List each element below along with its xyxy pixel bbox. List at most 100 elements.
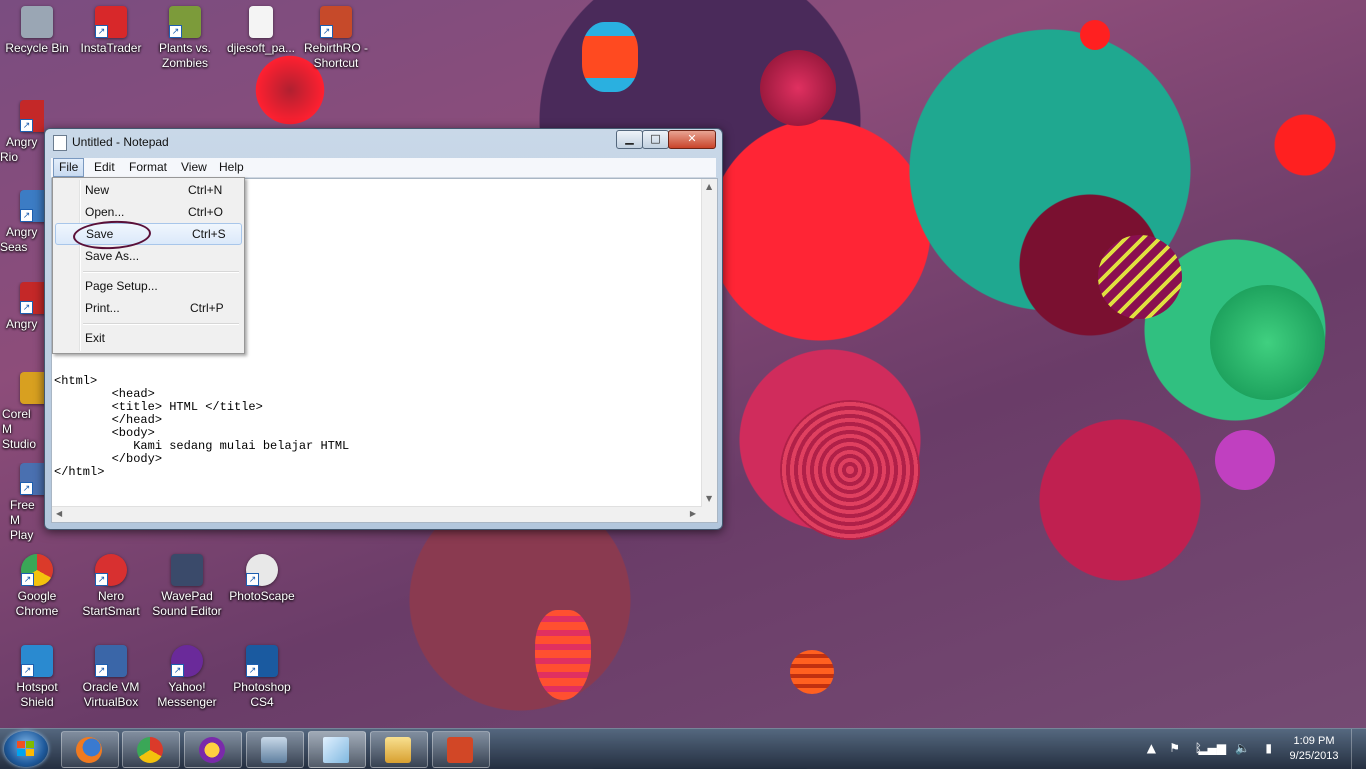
menu-separator [83,271,239,273]
angry-birds-seasons-icon: ↗ [20,190,44,222]
desktop-icon-djiesoft[interactable]: djiesoft_pa... [224,6,298,56]
angry-birds-rio-icon: ↗ [20,100,44,132]
notepad-icon[interactable] [53,135,67,151]
scroll-down-icon[interactable]: ▼ [706,494,712,503]
clock[interactable]: 1:09 PM 9/25/2013 [1284,734,1344,764]
yahoo-messenger-icon [199,737,225,763]
show-desktop-button[interactable] [1351,729,1366,769]
desktop-icon-photoshop[interactable]: ↗ Photoshop CS4 [225,645,299,710]
desktop-icon-plants-vs-zombies[interactable]: ↗ Plants vs. Zombies [148,6,222,71]
wallpaper-decoration [1098,235,1182,319]
menu-edit[interactable]: Edit [89,160,120,174]
instatrader-icon: ↗ [95,6,127,38]
desktop-icon-label: Recycle Bin [5,41,69,55]
menu-item-page-setup[interactable]: Page Setup... [55,276,240,296]
show-hidden-icons-icon[interactable]: ▲ [1147,741,1156,755]
desktop-icon-label: Hotspot Shield [16,680,58,709]
desktop-icon-recycle-bin[interactable]: Recycle Bin [0,6,74,56]
menu-item-print[interactable]: Print... Ctrl+P [55,298,240,318]
power-icon[interactable]: ▮ [1265,741,1272,755]
plants-vs-zombies-icon: ↗ [169,6,201,38]
desktop-icon-google-chrome[interactable]: ↗ Google Chrome [0,554,74,619]
desktop-icon-photoscape[interactable]: ↗ PhotoScape [225,554,299,604]
scroll-right-icon[interactable]: ▶ [690,509,696,518]
desktop-icon-nero[interactable]: ↗ Nero StartSmart [74,554,148,619]
menu-item-label: Open... [85,205,125,219]
start-button[interactable] [4,731,48,767]
desktop-icon-label: Corel M Studio [2,407,37,451]
desktop-icon-angry-rio[interactable]: ↗ Angry Rio [0,100,44,165]
volume-icon[interactable]: 🔈 [1235,741,1250,755]
desktop-icon-label: Free M Play [10,498,35,542]
desktop-icon-instatrader[interactable]: ↗ InstaTrader [74,6,148,56]
menu-item-label: New [85,183,110,197]
menu-help[interactable]: Help [214,160,249,174]
taskbar-chrome[interactable] [122,731,180,768]
minimize-button[interactable]: ▁ [616,130,643,149]
document-text[interactable]: <html> <head> <title> HTML </title> </he… [54,375,349,479]
network-icon[interactable]: ▂▄▆ [1198,741,1226,755]
wallpaper-decoration [1215,430,1275,490]
scroll-left-icon[interactable]: ◀ [56,509,62,518]
recycle-bin-icon [21,6,53,38]
desktop-icon-angry-seasons[interactable]: ↗ Angry Seas [0,190,44,255]
desktop-icon-hotspot-shield[interactable]: ↗ Hotspot Shield [0,645,74,710]
menu-item-open[interactable]: Open... Ctrl+O [55,202,240,222]
menu-file[interactable]: File [53,158,85,177]
explorer-icon [385,737,411,763]
menu-item-label: Exit [85,331,106,345]
size-grip[interactable] [702,507,717,522]
close-button[interactable]: ✕ [668,130,716,149]
menu-item-exit[interactable]: Exit [55,328,240,348]
taskbar-remote-desktop[interactable] [246,731,304,768]
desktop-icon-label: Yahoo! Messenger [157,680,217,709]
taskbar-yahoo-messenger[interactable] [184,731,242,768]
wavepad-icon [171,554,203,586]
menu-item-shortcut: Ctrl+O [188,205,224,219]
windows-logo-icon [17,741,35,757]
desktop-icon-rebirthro[interactable]: ↗ RebirthRO - Shortcut [299,6,373,71]
desktop-icon-label: PhotoScape [229,589,295,603]
chrome-icon [137,737,163,763]
menu-item-shortcut: Ctrl+S [192,227,226,241]
file-menu-dropdown: New Ctrl+N Open... Ctrl+O Save Ctrl+S Sa… [52,177,245,354]
wallpaper-decoration [535,610,591,700]
wallpaper-decoration [780,400,920,540]
menu-item-new[interactable]: New Ctrl+N [55,180,240,200]
desktop-icon-label: Google Chrome [15,589,59,618]
wallpaper-decoration [582,22,638,92]
taskbar-powerpoint[interactable] [432,731,490,768]
corel-studio-icon [20,372,44,404]
desktop-icon-label: Plants vs. Zombies [158,41,212,70]
menu-item-save-as[interactable]: Save As... [55,246,240,266]
desktop-icon-label: Oracle VM VirtualBox [82,680,140,709]
taskbar-notepad[interactable] [308,731,366,768]
notepad-titlebar[interactable]: Untitled - Notepad ▁ □ ✕ [45,129,722,155]
desktop-icon-label: InstaTrader [80,41,142,55]
menu-item-label: Print... [85,301,120,315]
menu-format[interactable]: Format [124,160,172,174]
wallpaper-decoration [790,650,834,694]
powerpoint-icon [447,737,473,763]
taskbar-firefox[interactable] [61,731,119,768]
taskbar-explorer[interactable] [370,731,428,768]
desktop-icon-yahoo-messenger[interactable]: ↗ Yahoo! Messenger [150,645,224,710]
notepad-icon [323,737,349,763]
action-center-icon[interactable]: ⚑ [1169,741,1180,755]
horizontal-scrollbar[interactable]: ◀ ▶ [52,506,702,522]
vertical-scrollbar[interactable]: ▲ ▼ [701,179,717,507]
maximize-button[interactable]: □ [642,130,669,149]
remote-desktop-icon [261,737,287,763]
free-player-icon: ↗ [20,463,44,495]
desktop-icon-virtualbox[interactable]: ↗ Oracle VM VirtualBox [74,645,148,710]
desktop-icon-corel[interactable]: Corel M Studio [0,372,44,452]
chrome-icon: ↗ [21,554,53,586]
clock-time: 1:09 PM [1293,735,1335,747]
desktop-icon-wavepad[interactable]: WavePad Sound Editor [150,554,224,619]
menu-view[interactable]: View [176,160,212,174]
scroll-up-icon[interactable]: ▲ [706,182,712,191]
wallpaper-decoration [760,50,836,126]
desktop-icon-free-play[interactable]: ↗ Free M Play [0,463,44,543]
desktop-icon-angry[interactable]: ↗ Angry [0,282,44,332]
desktop-icon-label: Angry [6,317,38,331]
